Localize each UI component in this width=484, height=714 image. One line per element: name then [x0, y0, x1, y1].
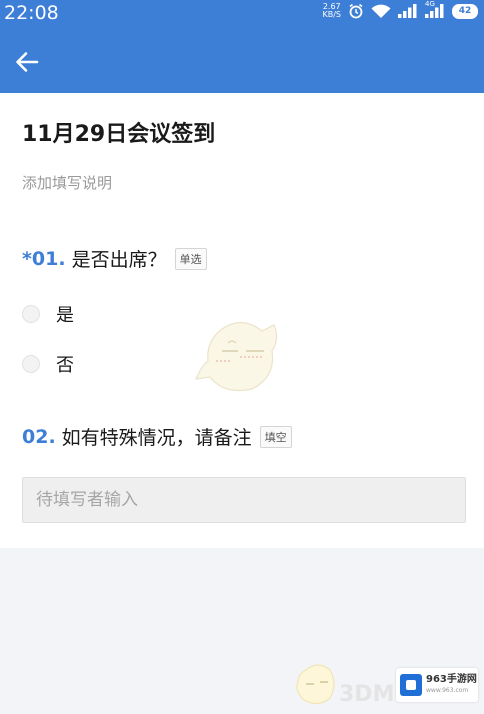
option-yes[interactable]: 是 — [22, 301, 74, 327]
arrow-left-icon — [16, 52, 39, 72]
option-no[interactable]: 否 — [22, 351, 74, 377]
signal-icon — [398, 4, 418, 18]
alarm-icon — [348, 3, 364, 19]
question-1-text: 是否出席？ — [71, 249, 167, 271]
signal-4g-label: 4G — [425, 0, 435, 8]
question-1-header: *01. 是否出席？ 单选 — [22, 245, 207, 272]
network-speed: 2.67 KB/S — [322, 3, 341, 19]
site-badge-watermark: 963手游网 www.963.com — [396, 668, 478, 702]
chick-logo-watermark — [296, 664, 335, 705]
remarks-input[interactable] — [22, 477, 466, 523]
question-2-header: 02. 如有特殊情况，请备注 填空 — [22, 423, 292, 450]
status-time: 22:08 — [4, 2, 59, 24]
question-2-type-tag: 填空 — [259, 425, 292, 448]
signal-4g-icon: 4G — [425, 0, 445, 18]
question-2-number: 02. — [22, 425, 56, 448]
wifi-icon — [371, 4, 391, 19]
radio-yes[interactable] — [22, 305, 40, 323]
form-description[interactable]: 添加填写说明 — [22, 172, 112, 193]
status-bar: 22:08 2.67 KB/S 4G 42 — [0, 0, 484, 28]
question-1-number: *01. — [22, 247, 66, 270]
battery-icon: 42 — [452, 3, 478, 19]
form-title: 11月29日会议签到 — [22, 122, 216, 147]
back-button[interactable] — [12, 47, 42, 77]
question-1-type-tag: 单选 — [174, 247, 207, 270]
app-header: 22:08 2.67 KB/S 4G 42 — [0, 0, 484, 93]
site-badge-text: 963手游网 www.963.com — [426, 674, 477, 696]
option-no-label: 否 — [56, 355, 74, 376]
network-speed-unit: KB/S — [322, 10, 341, 19]
site-name: 963手游网 — [426, 674, 477, 685]
status-icons: 2.67 KB/S 4G 42 — [322, 0, 478, 19]
mascot-chick-watermark — [195, 321, 278, 392]
site-logo-icon — [400, 674, 422, 696]
question-2-text: 如有特殊情况，请备注 — [61, 427, 252, 449]
radio-no[interactable] — [22, 355, 40, 373]
option-yes-label: 是 — [56, 305, 74, 326]
site-url: www.963.com — [426, 687, 469, 694]
watermark-3dm: 3DM — [339, 682, 395, 707]
